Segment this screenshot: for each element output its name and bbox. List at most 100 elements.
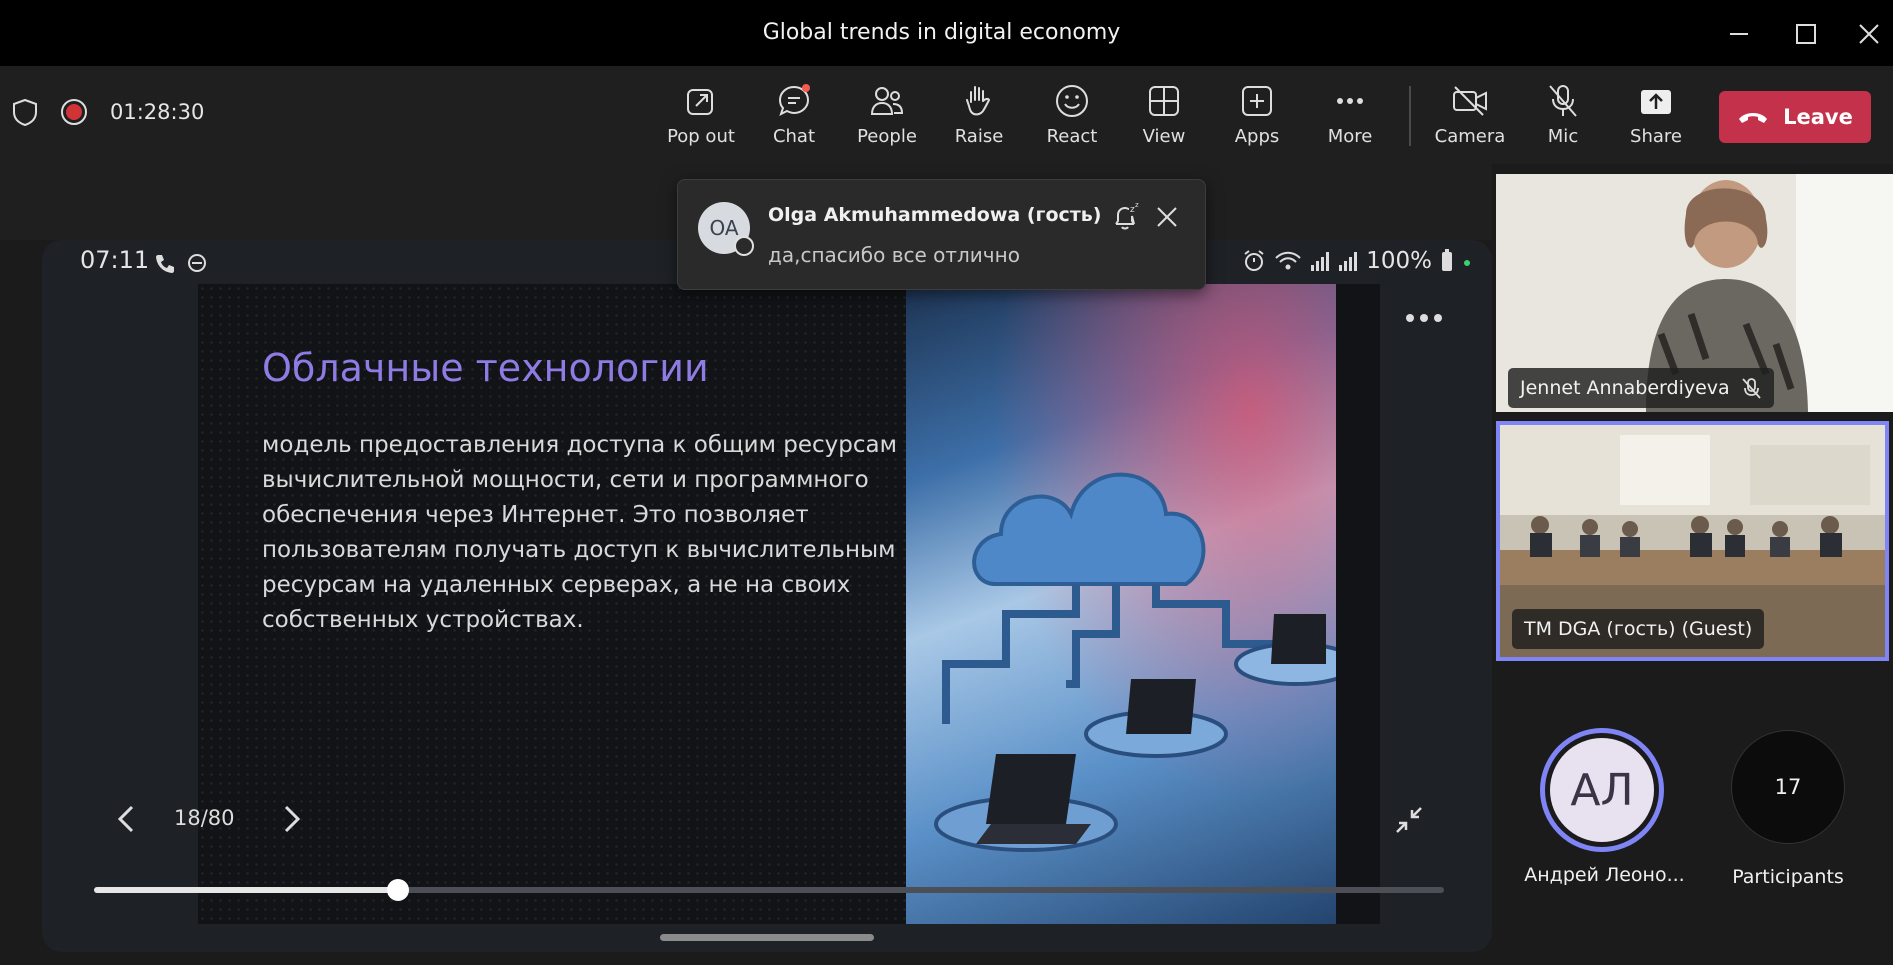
phone-call-icon: [156, 255, 174, 273]
maximize-button[interactable]: [1786, 14, 1826, 54]
alarm-icon: [1244, 250, 1264, 271]
svg-text:z: z: [1135, 202, 1139, 209]
close-window-button[interactable]: [1849, 14, 1889, 54]
more-icon: [1337, 98, 1363, 104]
phone-clock: 07:11: [80, 246, 150, 274]
chat-notification[interactable]: OA Olga Akmuhammedowa (гость) да,спасибо…: [677, 179, 1206, 290]
hang-up-icon: [1739, 113, 1768, 123]
maximize-icon: [1796, 24, 1816, 44]
participants-panel: Jennet Annaberdiyeva TM DGA (гость) (Gue…: [1492, 164, 1893, 965]
slide-progress-slider[interactable]: [94, 879, 1444, 901]
chat-icon: [778, 84, 810, 116]
raise-hand-button[interactable]: Raise: [934, 82, 1024, 152]
title-bar: Global trends in digital economy: [0, 0, 1893, 66]
camera-off-icon: [1453, 86, 1487, 116]
mic-button[interactable]: Mic: [1518, 82, 1608, 152]
previous-slide-button[interactable]: [109, 802, 143, 836]
chevron-right-icon: [284, 805, 301, 833]
slide-title: Облачные технологии: [262, 346, 709, 390]
bell-snooze-icon: zz: [1115, 202, 1139, 230]
leave-label: Leave: [1783, 105, 1853, 129]
meeting-info: 01:28:30: [12, 98, 204, 126]
tile2-name-tag: TM DGA (гость) (Guest): [1512, 609, 1765, 649]
progress-knob[interactable]: [386, 879, 409, 901]
meeting-toolbar: 01:28:30 Pop out Chat People Raise React…: [0, 66, 1893, 164]
more-button[interactable]: More: [1305, 82, 1395, 152]
meeting-timer: 01:28:30: [110, 100, 205, 124]
video-tile-jennet[interactable]: Jennet Annaberdiyeva: [1496, 174, 1893, 412]
sender-name: Olga Akmuhammedowa (гость): [768, 204, 1102, 226]
share-button[interactable]: Share: [1611, 82, 1701, 152]
collapse-icon: [1396, 807, 1422, 833]
avatar-initials: АЛ: [1550, 738, 1654, 842]
video-tile-tm-dga[interactable]: TM DGA (гость) (Guest): [1496, 421, 1889, 661]
phone-home-indicator[interactable]: [660, 934, 874, 941]
tile2-name: TM DGA (гость) (Guest): [1524, 618, 1753, 640]
minimize-button[interactable]: [1719, 14, 1759, 54]
popout-button[interactable]: Pop out: [656, 82, 746, 152]
grid-icon: [1149, 86, 1179, 116]
chat-label: Chat: [772, 126, 816, 147]
snooze-notification-button[interactable]: zz: [1110, 202, 1140, 232]
tile1-name-tag: Jennet Annaberdiyeva: [1508, 368, 1774, 408]
avatar-participant-name: Андрей Леоно...: [1524, 864, 1685, 886]
presence-status-icon: [734, 236, 754, 256]
next-slide-button[interactable]: [275, 802, 309, 836]
close-icon: [1157, 207, 1177, 227]
battery-level: 100%: [1366, 248, 1432, 274]
react-button[interactable]: React: [1027, 82, 1117, 152]
apps-label: Apps: [1234, 126, 1280, 147]
cloud-computing-illustration: [906, 284, 1336, 924]
smiley-icon: [1056, 85, 1088, 117]
people-button[interactable]: People: [842, 82, 932, 152]
minimize-icon: [1730, 33, 1748, 35]
participants-count: 17: [1774, 775, 1802, 799]
do-not-disturb-icon: [188, 254, 206, 272]
slide-options-button[interactable]: [1404, 302, 1444, 335]
participants-count-button[interactable]: 17: [1731, 730, 1845, 844]
people-label: People: [857, 126, 917, 147]
apps-button[interactable]: Apps: [1212, 82, 1302, 152]
share-icon: [1641, 90, 1671, 114]
shield-icon[interactable]: [12, 98, 38, 126]
close-icon: [1859, 24, 1879, 44]
tile1-name: Jennet Annaberdiyeva: [1520, 377, 1730, 399]
wifi-icon: [1275, 251, 1301, 270]
react-label: React: [1046, 126, 1098, 147]
hand-icon: [966, 86, 991, 116]
recording-icon: [61, 99, 87, 125]
camera-button[interactable]: Camera: [1425, 82, 1515, 152]
camera-label: Camera: [1434, 126, 1506, 147]
window-title: Global trends in digital economy: [762, 20, 1121, 45]
popout-icon: [687, 89, 713, 115]
slide-body-text: модель предоставления доступа к общим ре…: [262, 432, 897, 633]
popout-label: Pop out: [667, 126, 735, 147]
exit-fullscreen-button[interactable]: [1391, 802, 1427, 838]
participant-avatar[interactable]: АЛ: [1540, 728, 1664, 852]
view-label: View: [1142, 126, 1186, 147]
toolbar-divider: [1409, 86, 1411, 146]
leave-button[interactable]: Leave: [1719, 91, 1871, 143]
mic-off-icon: [1549, 85, 1577, 117]
signal-icon-2: [1339, 252, 1358, 271]
chat-button[interactable]: Chat: [749, 82, 839, 152]
share-label: Share: [1630, 126, 1682, 147]
presentation-slide: Облачные технологии модель предоставлени…: [198, 284, 1380, 924]
chevron-left-icon: [117, 805, 134, 833]
view-button[interactable]: View: [1119, 82, 1209, 152]
green-dot-icon: [1464, 260, 1470, 266]
participants-label: Participants: [1732, 866, 1844, 888]
plus-icon: [1242, 86, 1272, 116]
dismiss-notification-button[interactable]: [1152, 202, 1182, 232]
shared-phone-screen: 07:11 100% Облачные технологии модель пр…: [42, 240, 1492, 952]
mic-label: Mic: [1547, 126, 1579, 147]
slide-page-counter: 18/80: [174, 806, 235, 830]
more-label: More: [1327, 126, 1373, 147]
people-icon: [870, 87, 904, 115]
phone-status-icons: 100%: [1242, 248, 1472, 274]
cloud-laptops-image: [906, 284, 1336, 924]
more-horizontal-icon: [1406, 314, 1442, 322]
battery-icon: [1442, 249, 1452, 271]
mic-off-icon: [1742, 378, 1761, 399]
notification-message: да,спасибо все отлично: [768, 243, 1020, 267]
